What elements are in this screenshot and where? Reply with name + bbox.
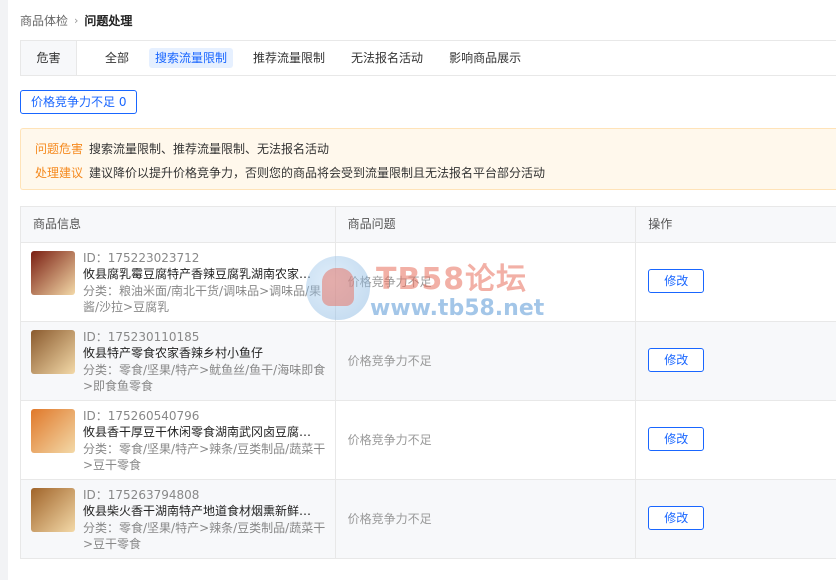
notice-advice-label: 处理建议 [35,166,84,180]
edit-button[interactable]: 修改 [648,427,705,451]
product-name[interactable]: 攸县柴火香干湖南特产地道食材烟熏新鲜豆腐非... [83,503,323,520]
product-category: 分类：零食/坚果/特产>辣条/豆类制品/蔬菜干>豆干零食 [83,521,326,551]
product-name[interactable]: 攸县腐乳霉豆腐特产香辣豆腐乳湖南农家特辣麻... [83,266,323,283]
column-header-action: 操作 [648,217,673,231]
product-problem: 价格竞争力不足 [347,512,432,526]
product-table: 商品信息 商品问题 操作 ID：175223023712 攸县腐乳霉豆腐特产香辣… [20,206,836,559]
product-id: ID：175223023712 [83,251,200,265]
breadcrumb-current: 问题处理 [84,14,133,28]
product-id: ID：175230110185 [83,330,200,344]
column-header-problem: 商品问题 [336,207,637,242]
notice-advice-value: 建议降价以提升价格竞争力，否则您的商品将会受到流量限制且无法报名平台部分活动 [89,166,546,180]
tab-recommend-traffic-limit[interactable]: 推荐流量限制 [247,48,331,68]
product-thumbnail[interactable] [31,488,75,532]
product-name[interactable]: 攸县特产零食农家香辣乡村小鱼仔 [83,345,323,362]
column-header-product: 商品信息 [21,207,336,242]
harm-filter-label: 危害 [21,41,77,75]
product-thumbnail[interactable] [31,330,75,374]
product-problem: 价格竞争力不足 [347,354,432,368]
chevron-right-icon: › [74,14,79,27]
product-category: 分类：零食/坚果/特产>辣条/豆类制品/蔬菜干>豆干零食 [83,442,326,472]
product-problem: 价格竞争力不足 [347,433,432,447]
product-category: 分类：零食/坚果/特产>鱿鱼丝/鱼干/海味即食>即食鱼零食 [83,363,326,393]
product-thumbnail[interactable] [31,251,75,295]
product-category: 分类：粮油米面/南北干货/调味品>调味品/果酱/沙拉>豆腐乳 [83,284,322,314]
problem-notice: 问题危害 搜索流量限制、推荐流量限制、无法报名活动 处理建议 建议降价以提升价格… [20,128,836,190]
table-row: ID：175223023712 攸县腐乳霉豆腐特产香辣豆腐乳湖南农家特辣麻...… [21,243,836,322]
product-name[interactable]: 攸县香干厚豆干休闲零食湖南武冈卤豆腐干小包... [83,424,323,441]
breadcrumb: 商品体检 › 问题处理 [20,12,132,30]
price-competitiveness-filter-button[interactable]: 价格竞争力不足 0 [20,90,138,114]
tab-affect-display[interactable]: 影响商品展示 [443,48,527,68]
edit-button[interactable]: 修改 [648,269,705,293]
table-row: ID：175230110185 攸县特产零食农家香辣乡村小鱼仔 分类：零食/坚果… [21,322,836,401]
table-row: ID：175263794808 攸县柴火香干湖南特产地道食材烟熏新鲜豆腐非...… [21,480,836,559]
notice-harm-label: 问题危害 [35,142,84,156]
breadcrumb-parent-link[interactable]: 商品体检 [20,12,68,30]
tab-cannot-join-activity[interactable]: 无法报名活动 [345,48,429,68]
tab-search-traffic-limit[interactable]: 搜索流量限制 [149,48,234,68]
product-problem: 价格竞争力不足 [347,275,432,289]
harm-filter-bar: 危害 全部 搜索流量限制 推荐流量限制 无法报名活动 影响商品展示 [20,40,836,76]
edit-button[interactable]: 修改 [648,348,705,372]
notice-harm-value: 搜索流量限制、推荐流量限制、无法报名活动 [89,142,330,156]
product-thumbnail[interactable] [31,409,75,453]
page: 商品体检 › 问题处理 危害 全部 搜索流量限制 推荐流量限制 无法报名活动 影… [8,0,836,580]
product-id: ID：175260540796 [83,409,200,423]
tab-all[interactable]: 全部 [99,48,135,68]
product-id: ID：175263794808 [83,488,200,502]
table-row: ID：175260540796 攸县香干厚豆干休闲零食湖南武冈卤豆腐干小包...… [21,401,836,480]
table-header: 商品信息 商品问题 操作 [21,207,836,243]
edit-button[interactable]: 修改 [648,506,705,530]
